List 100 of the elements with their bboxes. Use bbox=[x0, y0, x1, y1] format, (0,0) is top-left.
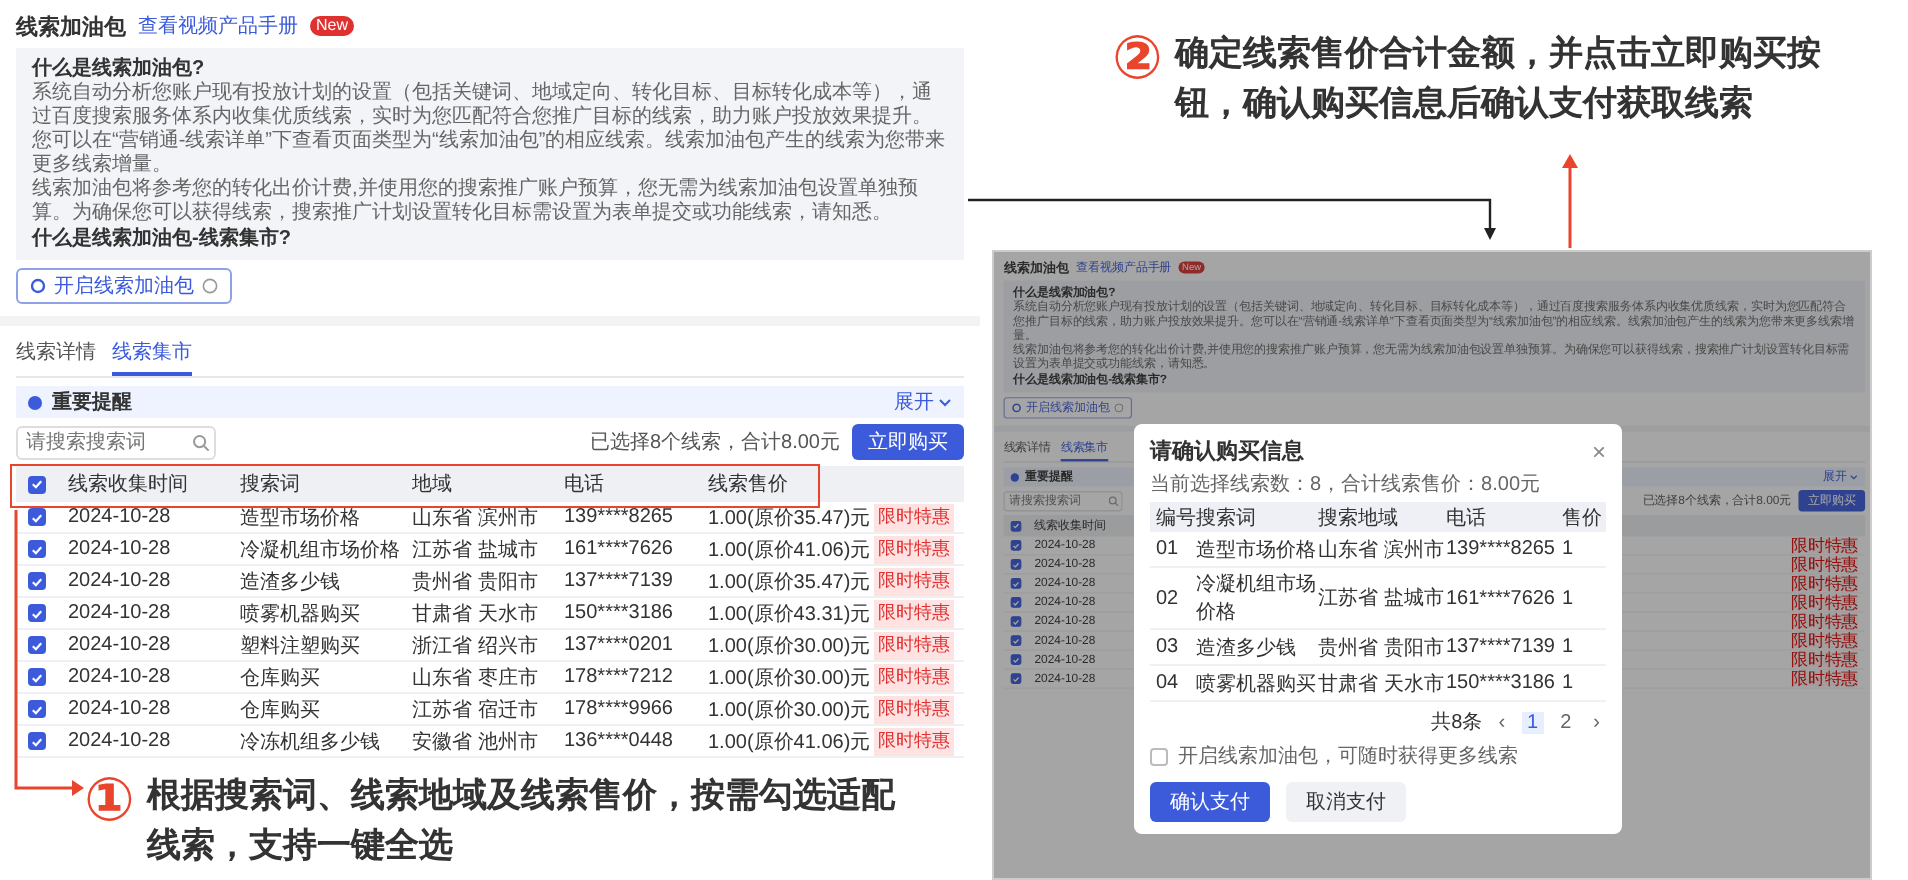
table-cell-text: 2024-10-28 bbox=[68, 602, 173, 624]
column-header: 线索售价 bbox=[708, 471, 790, 498]
page-title: 线索加油包 bbox=[16, 13, 126, 41]
price-text: 1.00(原价35.47)元 bbox=[708, 569, 871, 595]
table-cell-text: 江苏省 宿迁市 bbox=[412, 697, 540, 723]
notice-label: 重要提醒 bbox=[52, 389, 132, 416]
table-cell-text: 安徽省 池州市 bbox=[412, 729, 540, 755]
table-cell-text: 01 bbox=[1154, 538, 1181, 560]
discount-tag: 限时特惠 bbox=[1791, 670, 1858, 687]
discount-tag: 限时特惠 bbox=[874, 535, 955, 563]
price-text: 1.00(原价41.06)元 bbox=[708, 537, 871, 563]
discount-tag: 限时特惠 bbox=[1791, 632, 1858, 649]
column-header: 编号 bbox=[1154, 505, 1196, 531]
table-cell-text: 139****8265 bbox=[1446, 538, 1557, 560]
row-checkbox[interactable] bbox=[28, 572, 46, 590]
pointer-arrow bbox=[1562, 154, 1578, 248]
table-cell-text: 139****8265 bbox=[564, 506, 675, 528]
discount-tag: 限时特惠 bbox=[1791, 651, 1858, 668]
annotation-text: 确定线索售价合计金额，并点击立即购买按钮，确认购买信息后确认支付获取线索 bbox=[1174, 32, 1823, 126]
table-cell-text: 造型市场价格 bbox=[240, 505, 362, 531]
table-cell-text: 造型市场价格 bbox=[1196, 537, 1318, 563]
table-cell-text: 161****7626 bbox=[564, 538, 675, 560]
tab[interactable]: 线索详情 bbox=[16, 334, 96, 376]
row-checkbox[interactable] bbox=[1010, 673, 1022, 684]
row-checkbox[interactable] bbox=[1010, 635, 1022, 646]
search-icon bbox=[192, 433, 210, 451]
table-cell-text: 冷凝机组市场价格 bbox=[1196, 571, 1318, 626]
select-all-checkbox[interactable] bbox=[1010, 520, 1022, 532]
row-checkbox[interactable] bbox=[28, 540, 46, 558]
table-cell-text: 江苏省 盐城市 bbox=[1318, 585, 1446, 612]
page-button[interactable]: 2 bbox=[1554, 711, 1578, 733]
opt-in-checkbox[interactable] bbox=[1150, 747, 1168, 765]
row-checkbox[interactable] bbox=[1010, 597, 1022, 608]
table-cell-text: 仓库购买 bbox=[240, 697, 322, 723]
table-cell-text: 浙江省 绍兴市 bbox=[412, 633, 540, 659]
enable-button[interactable]: 开启线索加油包 bbox=[16, 268, 232, 304]
next-page-button[interactable]: › bbox=[1587, 711, 1606, 733]
table-cell-text: 喷雾机器购买 bbox=[240, 601, 362, 627]
table-cell-text: 造渣多少钱 bbox=[1196, 635, 1298, 661]
discount-tag: 限时特惠 bbox=[874, 503, 955, 531]
cancel-button[interactable]: 取消支付 bbox=[1286, 782, 1406, 822]
row-checkbox[interactable] bbox=[1010, 654, 1022, 665]
selection-summary: 已选择8个线索，合计8.00元 bbox=[589, 429, 840, 456]
table-cell-text: 137****7139 bbox=[564, 570, 675, 592]
table-cell-text: 塑料注塑购买 bbox=[240, 633, 362, 659]
intro-heading: 什么是线索加油包-线索集市? bbox=[32, 226, 293, 252]
expand-button[interactable]: 展开 bbox=[894, 388, 952, 416]
table-cell-text: 2024-10-28 bbox=[68, 570, 173, 592]
table-cell-text: 仓库购买 bbox=[240, 665, 322, 691]
page-button[interactable]: 1 bbox=[1521, 711, 1545, 733]
buy-button[interactable]: 立即购买 bbox=[852, 424, 964, 460]
table-cell-text: 178****7212 bbox=[564, 666, 675, 688]
intro-paragraph: 线索加油包将参考您的转化出价计费,并使用您的搜索推广账户预算，您无需为线索加油包设置单独预算。为确保您可以获得线索，搜索推广计划设置转化目标需设置为表单提交或功能线索，请知悉。 bbox=[32, 178, 920, 226]
annotation-text: 根据搜索词、线索地域及线索售价，按需勾选适配线索，支持一键全选 bbox=[146, 774, 898, 868]
column-header: 线索收集时间 bbox=[68, 471, 190, 498]
table-cell-text: 1 bbox=[1562, 636, 1576, 658]
opt-in-label: 开启线索加油包，可随时获得更多线索 bbox=[1178, 743, 1518, 770]
manual-link[interactable]: 查看视频产品手册 bbox=[138, 12, 298, 40]
table-cell-text: 150****3186 bbox=[564, 602, 675, 624]
confirm-button[interactable]: 确认支付 bbox=[1150, 782, 1270, 822]
row-checkbox[interactable] bbox=[28, 508, 46, 526]
tab[interactable]: 线索集市 bbox=[112, 334, 192, 376]
discount-tag: 限时特惠 bbox=[1791, 613, 1858, 630]
previous-page-button[interactable]: ‹ bbox=[1492, 711, 1512, 733]
close-button[interactable]: × bbox=[1591, 437, 1606, 465]
intro-heading: 什么是线索加油包? bbox=[32, 56, 207, 81]
price-text: 1.00(原价43.31)元 bbox=[708, 601, 871, 627]
notice-icon bbox=[28, 395, 42, 409]
table-cell-text: 冷冻机组多少钱 bbox=[240, 729, 382, 755]
column-header: 搜索地域 bbox=[1318, 505, 1400, 531]
table-cell-text: 甘肃省 天水市 bbox=[412, 601, 540, 627]
select-all-checkbox[interactable] bbox=[28, 475, 46, 493]
row-checkbox[interactable] bbox=[1010, 540, 1022, 551]
column-header: 地域 bbox=[412, 471, 454, 498]
table-cell-text: 冷凝机组市场价格 bbox=[240, 537, 402, 563]
column-header: 电话 bbox=[1446, 505, 1488, 531]
row-checkbox[interactable] bbox=[28, 604, 46, 622]
chevron-icon bbox=[938, 397, 952, 407]
row-checkbox[interactable] bbox=[1010, 578, 1022, 589]
row-checkbox[interactable] bbox=[28, 700, 46, 718]
row-checkbox[interactable] bbox=[28, 636, 46, 654]
table-cell-text: 150****3186 bbox=[1446, 672, 1557, 694]
price-text: 1.00(原价30.00)元 bbox=[708, 633, 871, 659]
table-cell-text: 1 bbox=[1562, 587, 1576, 609]
notice-icon bbox=[1010, 472, 1019, 482]
row-checkbox[interactable] bbox=[28, 732, 46, 750]
discount-tag: 限时特惠 bbox=[874, 695, 955, 723]
table-cell-text: 1 bbox=[1562, 538, 1576, 560]
search-field[interactable]: 请搜索搜索词 bbox=[16, 425, 216, 459]
table-cell-text: 136****0448 bbox=[564, 730, 675, 752]
row-checkbox[interactable] bbox=[1010, 616, 1022, 627]
row-checkbox[interactable] bbox=[28, 668, 46, 686]
discount-tag: 限时特惠 bbox=[874, 727, 955, 755]
row-checkbox[interactable] bbox=[1010, 559, 1022, 570]
discount-tag: 限时特惠 bbox=[874, 599, 955, 627]
table-cell-text: 喷雾机器购买 bbox=[1196, 671, 1318, 697]
column-header: 电话 bbox=[564, 471, 606, 498]
table-cell-text: 贵州省 贵阳市 bbox=[1318, 635, 1446, 661]
table-cell-text: 161****7626 bbox=[1446, 587, 1557, 609]
table-cell-text: 山东省 滨州市 bbox=[412, 505, 540, 531]
